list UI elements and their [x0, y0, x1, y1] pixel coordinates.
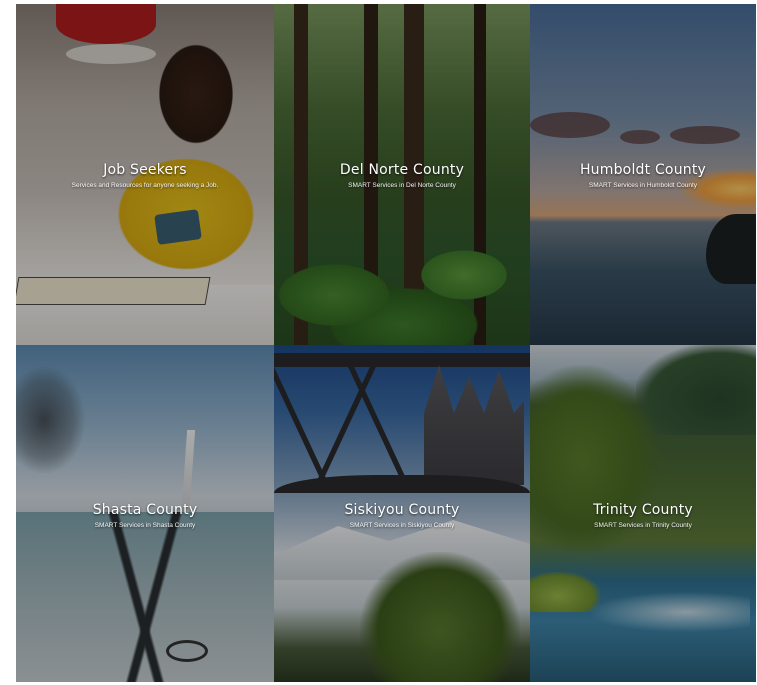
tile-title: Siskiyou County [344, 502, 460, 518]
tile-caption: Trinity County SMART Services in Trinity… [530, 502, 756, 529]
tile-subtitle: Services and Resources for anyone seekin… [71, 182, 219, 189]
tile-del-norte-county[interactable]: Del Norte County SMART Services in Del N… [274, 4, 530, 345]
tile-trinity-county[interactable]: Trinity County SMART Services in Trinity… [530, 345, 756, 682]
tile-caption: Humboldt County SMART Services in Humbol… [530, 162, 756, 189]
tile-caption: Del Norte County SMART Services in Del N… [274, 162, 530, 189]
tile-subtitle: SMART Services in Del Norte County [348, 182, 456, 189]
county-tile-grid: Job Seekers Services and Resources for a… [16, 4, 756, 682]
tile-job-seekers[interactable]: Job Seekers Services and Resources for a… [16, 4, 274, 345]
tile-title: Trinity County [593, 502, 693, 518]
tile-caption: Siskiyou County SMART Services in Siskiy… [274, 502, 530, 529]
tile-title: Job Seekers [103, 162, 187, 178]
tile-title: Shasta County [92, 502, 198, 518]
tile-subtitle: SMART Services in Trinity County [594, 522, 692, 529]
tile-title: Del Norte County [339, 162, 465, 178]
tile-title: Humboldt County [579, 162, 707, 178]
tile-shasta-county[interactable]: Shasta County SMART Services in Shasta C… [16, 345, 274, 682]
tile-subtitle: SMART Services in Shasta County [94, 522, 196, 529]
tile-humboldt-county[interactable]: Humboldt County SMART Services in Humbol… [530, 4, 756, 345]
tile-subtitle: SMART Services in Humboldt County [588, 182, 698, 189]
tile-caption: Job Seekers Services and Resources for a… [16, 162, 274, 189]
tile-siskiyou-county[interactable]: Siskiyou County SMART Services in Siskiy… [274, 345, 530, 682]
tile-subtitle: SMART Services in Siskiyou County [349, 522, 455, 529]
tile-caption: Shasta County SMART Services in Shasta C… [16, 502, 274, 529]
